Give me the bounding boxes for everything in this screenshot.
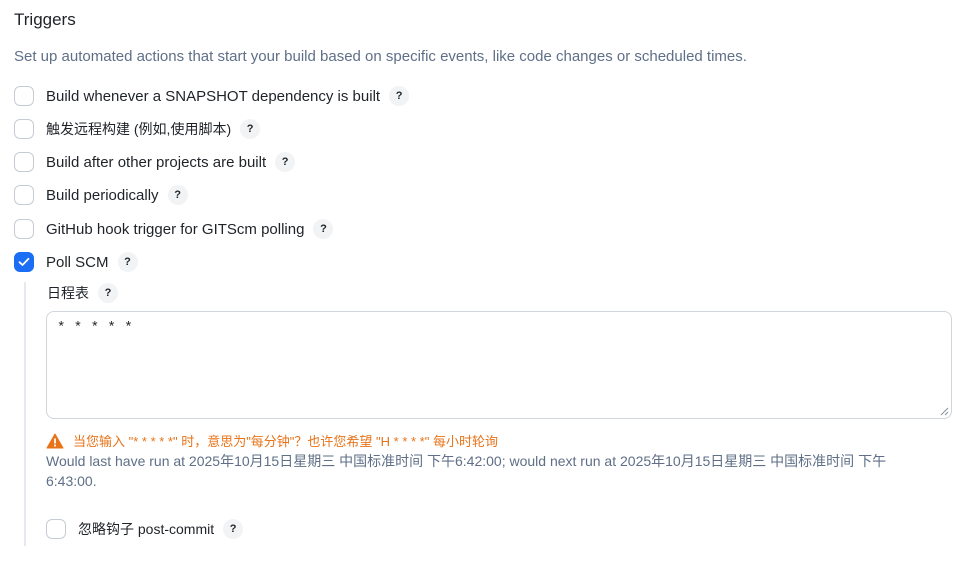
check-icon	[18, 257, 30, 266]
schedule-warning: 当您输入 "* * * * *" 时，意思为"每分钟"？也许您希望 "H * *…	[46, 431, 498, 450]
help-icon[interactable]: ?	[389, 86, 410, 106]
schedule-field-label: 日程表 ?	[47, 282, 118, 304]
trigger-poll-scm[interactable]: Poll SCM ?	[14, 251, 138, 273]
trigger-after-other-projects[interactable]: Build after other projects are built ?	[14, 151, 296, 173]
resize-grip-icon[interactable]	[940, 407, 949, 416]
run-schedule-info: Would last have run at 2025年10月15日星期三 中国…	[46, 453, 887, 489]
help-icon[interactable]: ?	[167, 185, 188, 205]
warning-text: 当您输入 "* * * * *" 时，意思为"每分钟"？也许您希望 "H * *…	[73, 434, 498, 449]
trigger-snapshot-dependency[interactable]: Build whenever a SNAPSHOT dependency is …	[14, 85, 410, 107]
trigger-label: Build periodically	[46, 186, 159, 204]
trigger-build-periodically[interactable]: Build periodically ?	[14, 184, 188, 206]
trigger-github-hook[interactable]: GitHub hook trigger for GITScm polling ?	[14, 218, 334, 240]
snapshot-dependency-checkbox[interactable]	[14, 86, 34, 106]
help-icon[interactable]: ?	[313, 219, 334, 239]
schedule-textarea[interactable]	[47, 312, 951, 418]
help-icon[interactable]: ?	[275, 152, 296, 172]
help-icon[interactable]: ?	[117, 252, 138, 272]
trigger-label: Build whenever a SNAPSHOT dependency is …	[46, 87, 381, 105]
trigger-remote-build[interactable]: 触发远程构建 (例如,使用脚本) ?	[14, 118, 261, 140]
warning-triangle-icon	[46, 433, 64, 449]
trigger-label: GitHub hook trigger for GITScm polling	[46, 220, 305, 238]
triggers-section: Triggers Set up automated actions that s…	[0, 0, 960, 571]
after-other-projects-checkbox[interactable]	[14, 152, 34, 172]
schedule-label: 日程表	[47, 285, 89, 301]
trigger-label: Build after other projects are built	[46, 153, 267, 171]
nested-options-bar	[24, 282, 26, 546]
schedule-textarea-container	[46, 311, 952, 419]
poll-scm-checkbox[interactable]	[14, 252, 34, 272]
trigger-label: 触发远程构建 (例如,使用脚本)	[46, 121, 232, 137]
ignore-post-commit-checkbox[interactable]	[46, 519, 66, 539]
help-icon[interactable]: ?	[98, 283, 118, 303]
remote-build-checkbox[interactable]	[14, 119, 34, 139]
section-description: Set up automated actions that start your…	[14, 48, 747, 65]
ignore-post-commit-label: 忽略钩子 post-commit	[78, 521, 215, 537]
github-hook-checkbox[interactable]	[14, 219, 34, 239]
trigger-label: Poll SCM	[46, 253, 109, 271]
section-title: Triggers	[14, 10, 76, 29]
ignore-post-commit-option[interactable]: 忽略钩子 post-commit ?	[46, 518, 244, 540]
help-icon[interactable]: ?	[223, 519, 244, 539]
help-icon[interactable]: ?	[240, 119, 261, 139]
build-periodically-checkbox[interactable]	[14, 185, 34, 205]
